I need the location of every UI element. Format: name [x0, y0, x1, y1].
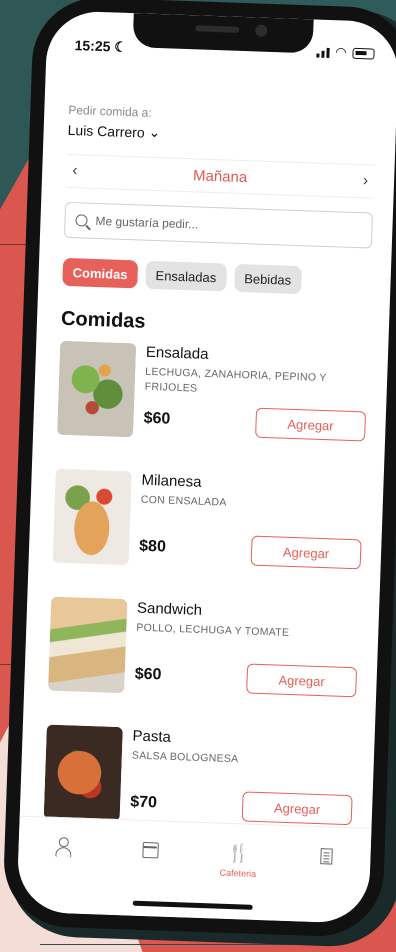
menu-list: Ensalada LECHUGA, ZANAHORIA, PEPINO Y FR…	[43, 340, 368, 855]
milanesa-image	[52, 468, 132, 566]
main-content: Pedir comida a: Luis Carrero ⌄ ‹ Mañana …	[42, 103, 376, 863]
item-description: LECHUGA, ZANAHORIA, PEPINO Y FRIJOLES	[144, 365, 327, 395]
speaker	[195, 25, 240, 33]
nav-orders[interactable]	[294, 844, 357, 923]
recipient-name: Luis Carrero	[67, 121, 145, 141]
battery-icon	[352, 47, 375, 60]
nav-profile[interactable]	[30, 835, 93, 914]
phone-frame: 15:25 ☾ ◠ Pedir comida a: Luis Carrero ⌄…	[1, 0, 396, 939]
receipt-icon	[320, 845, 333, 867]
calendar-icon	[142, 839, 159, 862]
signal-icon	[316, 46, 330, 58]
item-description: CON ENSALADA	[140, 493, 227, 509]
menu-item-info: Sandwich POLLO, LECHUGA Y TOMATE $60 Agr…	[133, 600, 359, 728]
section-title: Comidas	[60, 307, 146, 333]
search-box[interactable]	[63, 201, 373, 249]
item-description: SALSA BOLOGNESA	[131, 749, 239, 766]
menu-item: Milanesa CON ENSALADA $80 Agregar	[52, 468, 364, 600]
phone-notch	[132, 13, 314, 54]
add-button[interactable]: Agregar	[255, 407, 367, 442]
nav-label: Cafeteria	[219, 867, 257, 879]
item-name: Sandwich	[136, 599, 203, 619]
item-price: $60	[143, 409, 171, 428]
item-price: $70	[129, 793, 158, 812]
sandwich-image	[48, 596, 128, 694]
user-icon	[55, 836, 70, 858]
item-name: Milanesa	[141, 471, 202, 491]
item-price: $80	[138, 537, 167, 556]
add-button[interactable]: Agregar	[246, 663, 358, 698]
chevron-down-icon: ⌄	[148, 123, 161, 141]
date-navigator: ‹ Mañana ›	[65, 153, 375, 199]
add-button[interactable]: Agregar	[241, 791, 353, 826]
background-line	[40, 944, 300, 945]
status-time: 15:25 ☾	[74, 37, 128, 55]
wifi-icon: ◠	[334, 44, 347, 60]
item-name: Pasta	[132, 727, 172, 746]
item-description: POLLO, LECHUGA Y TOMATE	[136, 621, 290, 639]
menu-item-info: Ensalada LECHUGA, ZANAHORIA, PEPINO Y FR…	[142, 344, 368, 472]
menu-item: Sandwich POLLO, LECHUGA Y TOMATE $60 Agr…	[47, 596, 359, 728]
tab-ensaladas[interactable]: Ensaladas	[145, 260, 227, 292]
search-icon	[75, 214, 88, 227]
search-input[interactable]	[95, 213, 316, 236]
tab-bebidas[interactable]: Bebidas	[233, 263, 302, 295]
menu-item-info: Milanesa CON ENSALADA $80 Agregar	[138, 472, 364, 600]
moon-icon: ☾	[114, 38, 128, 55]
menu-item: Ensalada LECHUGA, ZANAHORIA, PEPINO Y FR…	[56, 340, 368, 472]
phone-screen: 15:25 ☾ ◠ Pedir comida a: Luis Carrero ⌄…	[16, 10, 396, 924]
camera	[255, 24, 268, 37]
category-tabs: Comidas Ensaladas Bebidas	[62, 257, 371, 297]
salad-image	[57, 340, 137, 438]
add-button[interactable]: Agregar	[250, 535, 362, 570]
status-icons: ◠	[316, 44, 375, 62]
item-name: Ensalada	[145, 343, 209, 363]
pasta-image	[43, 724, 123, 822]
chevron-left-icon[interactable]: ‹	[72, 162, 78, 180]
item-price: $60	[134, 665, 162, 684]
chevron-right-icon[interactable]: ›	[362, 172, 368, 190]
cutlery-icon: 🍴	[226, 842, 251, 864]
selected-day: Mañana	[192, 166, 248, 186]
tab-comidas[interactable]: Comidas	[62, 257, 139, 289]
